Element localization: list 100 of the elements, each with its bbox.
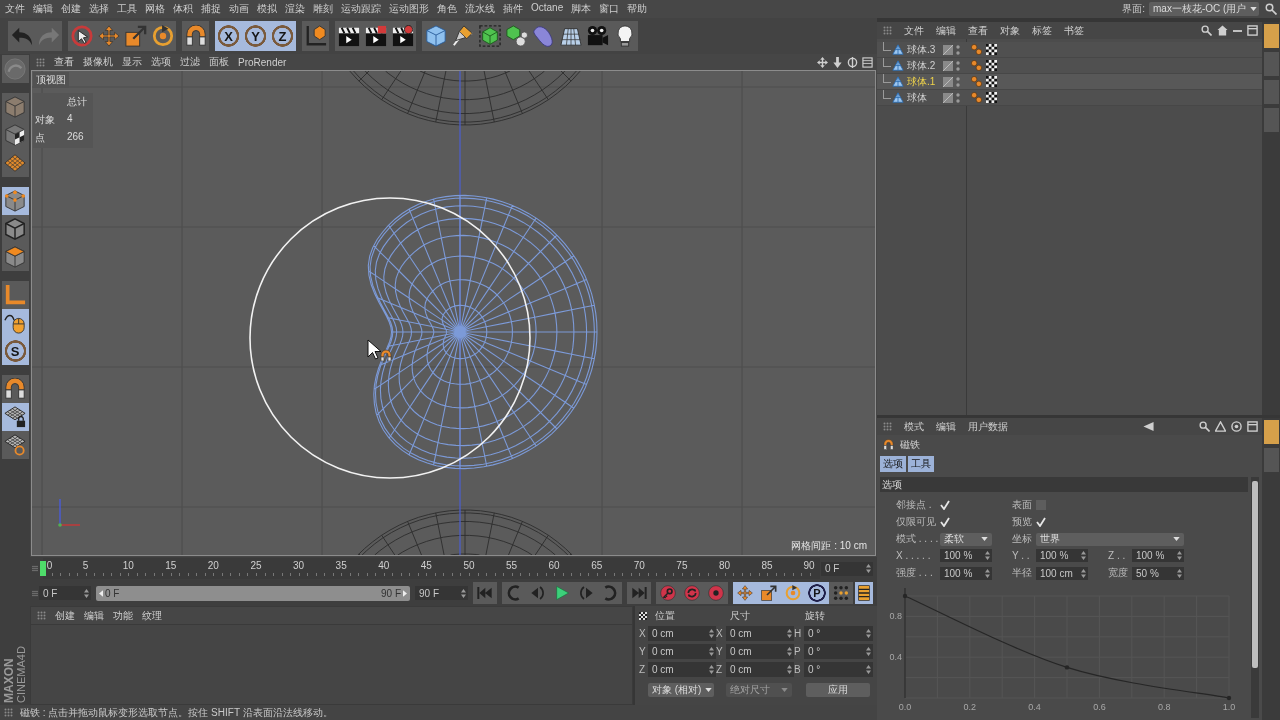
back-arrow-icon[interactable] [1143,421,1154,432]
move-arrows-icon[interactable] [817,56,828,68]
search-icon[interactable] [1201,25,1212,36]
toggle-button[interactable]: P [805,582,829,604]
playback-button[interactable] [473,582,497,604]
layer-icon[interactable] [943,60,953,71]
toggle-button[interactable]: S [1,337,29,365]
menu-item[interactable]: 窗口 [599,2,620,16]
triangle-icon[interactable] [1215,421,1226,432]
tool-button[interactable] [855,582,873,604]
menu-item[interactable]: 捕捉 [201,2,221,16]
side-tab[interactable] [1263,420,1279,444]
menu-item[interactable]: 流水线 [465,2,495,16]
menu-item[interactable]: 书签 [1064,23,1084,38]
visibility-dots-icon[interactable] [956,44,960,55]
section-header[interactable]: 选项 [880,477,1248,492]
window-icon[interactable] [1247,421,1258,432]
grip-icon[interactable] [883,422,892,431]
spinner-icon[interactable] [1177,551,1182,560]
scrollbar[interactable] [1251,477,1259,718]
menu-item[interactable]: 文件 [904,23,924,38]
checker-tag-icon[interactable] [986,60,997,71]
viewport-canvas[interactable]: 顶视图 总计 对象 4 点 266 网格间距 : 10 cm [31,70,876,556]
spinner-icon[interactable] [787,647,792,656]
spinner-icon[interactable] [866,629,871,638]
search-icon[interactable] [1265,3,1277,15]
spinner-icon[interactable] [787,629,792,638]
rotation-field[interactable]: 0 ° [804,644,873,659]
checker-tag-icon[interactable] [986,76,997,87]
spinner-icon[interactable] [985,568,990,578]
menu-item[interactable]: 用户数据 [968,419,1008,434]
menu-item[interactable]: 工具 [117,2,137,16]
menu-item[interactable]: 模式 [904,419,924,434]
menu-item[interactable]: Octane [531,2,564,16]
tool-button[interactable] [611,21,638,51]
spinner-icon[interactable] [84,588,89,598]
frame-range-slider[interactable]: 0 F 90 F [96,585,410,601]
tool-button[interactable] [1,431,29,459]
rotation-field[interactable]: 0 ° [804,626,873,641]
tool-button[interactable] [1,403,29,431]
checker-tag-icon[interactable] [986,92,997,103]
menu-item[interactable]: 查看 [968,23,988,38]
spinner-icon[interactable] [1081,551,1086,560]
position-field[interactable]: 0 cm [648,662,716,677]
grip-icon[interactable] [32,588,38,598]
side-tab[interactable] [1263,24,1279,48]
object-row[interactable]: 球体.3 [877,42,1262,58]
tool-button[interactable] [362,21,389,51]
menu-item[interactable]: 编辑 [84,608,104,623]
menu-item[interactable]: 雕刻 [313,2,333,16]
right-arrow-icon[interactable] [403,589,407,597]
menu-item[interactable]: 运动跟踪 [341,2,381,16]
tab[interactable]: 选项 [880,456,906,472]
spinner-icon[interactable] [866,665,871,674]
spinner-icon[interactable] [1081,568,1086,578]
menu-item[interactable]: 创建 [55,608,75,623]
menu-item[interactable]: 体积 [173,2,193,16]
tool-button[interactable] [335,21,362,51]
object-row[interactable]: 球体 [877,90,1262,106]
checker-tag-icon[interactable] [986,44,997,55]
grip-icon[interactable] [32,564,38,573]
number-field[interactable]: 100 % [1036,549,1088,562]
size-field[interactable]: 0 cm [726,626,794,641]
dash-icon[interactable] [1233,29,1242,32]
size-field[interactable]: 0 cm [726,644,794,659]
menu-item[interactable]: 脚本 [571,2,592,16]
checkbox[interactable] [940,517,950,527]
menu-item[interactable]: 选择 [89,2,109,16]
coordinate-mode-dropdown[interactable]: 对象 (相对) [648,683,714,697]
spinner-icon[interactable] [461,588,466,598]
menu-item[interactable]: 纹理 [142,608,162,623]
menu-item[interactable]: 编辑 [936,419,956,434]
deformed-sphere-wireframe[interactable] [367,194,598,470]
menu-item[interactable]: 动画 [229,2,249,16]
visibility-dots-icon[interactable] [956,76,960,87]
menu-item[interactable]: 过滤 [180,55,200,69]
menu-item[interactable]: 文件 [5,2,25,16]
position-field[interactable]: 0 cm [648,644,716,659]
menu-item[interactable]: 运动图形 [389,2,429,16]
playback-button[interactable] [502,582,526,604]
spinner-icon[interactable] [866,564,871,573]
tool-button[interactable] [302,21,329,51]
menu-item[interactable]: 标签 [1032,23,1052,38]
down-arrow-icon[interactable] [832,56,843,68]
toggle-button[interactable]: Z [269,21,296,51]
balls-tag-icon[interactable] [971,76,982,87]
tool-button[interactable] [68,21,95,51]
dropdown[interactable]: 柔软 [940,532,992,546]
menu-item[interactable]: 选项 [151,55,171,69]
object-row[interactable]: 球体.2 [877,58,1262,74]
spinner-icon[interactable] [709,629,714,638]
dropdown[interactable]: 世界 [1036,532,1184,546]
balls-tag-icon[interactable] [971,92,982,103]
playback-button[interactable] [598,582,622,604]
end-frame-field[interactable]: 90 F [415,586,468,600]
spinner-icon[interactable] [709,665,714,674]
tool-button[interactable] [182,21,209,51]
search-icon[interactable] [1199,421,1210,432]
menu-item[interactable]: 显示 [122,55,142,69]
menu-item[interactable]: 编辑 [936,23,956,38]
